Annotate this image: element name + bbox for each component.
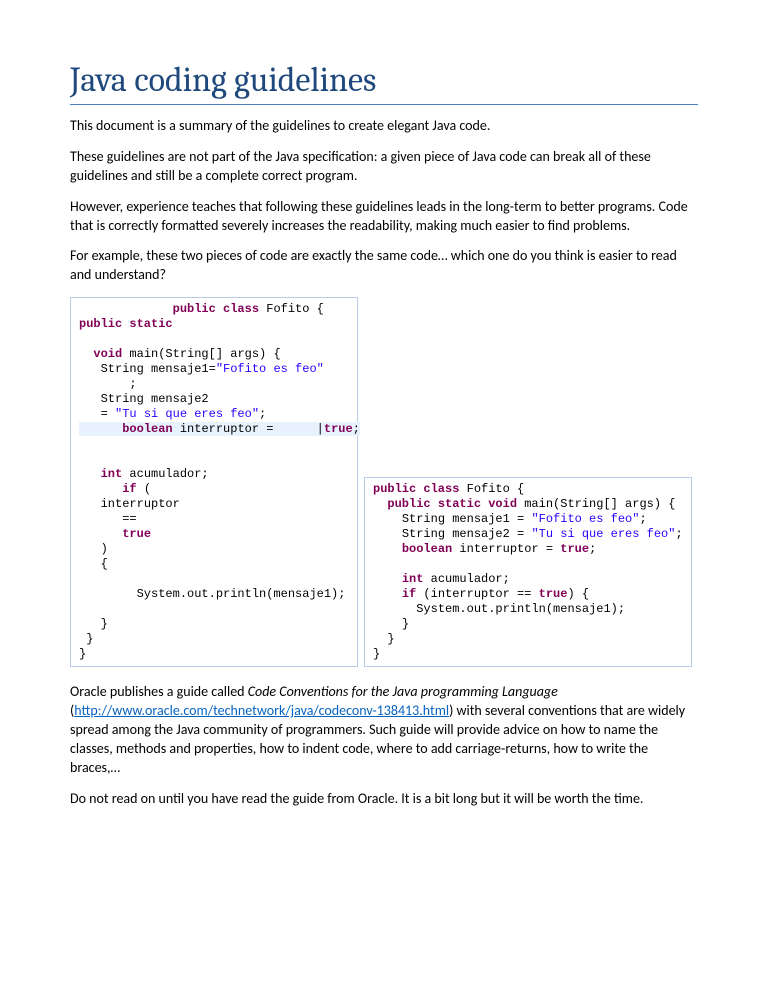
page-title: Java coding guidelines <box>70 60 698 105</box>
code-text: } <box>373 647 380 661</box>
code-text: String mensaje1 = <box>402 512 532 526</box>
code-text: interruptor = <box>180 422 281 436</box>
string-literal: "Fofito es feo" <box>531 512 639 526</box>
keyword: true <box>122 527 151 541</box>
text: Oracle publishes a guide called <box>70 683 248 700</box>
code-text: ; <box>129 377 136 391</box>
string-literal: "Tu si que eres feo" <box>115 407 259 421</box>
code-text: ) <box>101 542 108 556</box>
classname: Fofito <box>266 302 309 316</box>
code-text: String mensaje2 = <box>402 527 532 541</box>
code-text: (interruptor == <box>416 587 538 601</box>
keyword: public static <box>79 317 173 331</box>
code-text: String mensaje2 <box>101 392 209 406</box>
code-text: ( <box>144 482 151 496</box>
paragraph-oracle: Oracle publishes a guide called Code Con… <box>70 683 698 777</box>
keyword: public static void <box>387 497 517 511</box>
code-text: { <box>101 557 108 571</box>
classname: Fofito <box>467 482 510 496</box>
code-text: } <box>86 632 93 646</box>
keyword: if <box>402 587 416 601</box>
code-text: interruptor = <box>452 542 560 556</box>
code-text: System.out.println(mensaje1); <box>416 602 625 616</box>
code-text: == <box>122 512 136 526</box>
code-text: main(String[] args) { <box>129 347 280 361</box>
code-block-bad: public class Fofito { public static void… <box>70 297 358 667</box>
code-text: System.out.println(mensaje1); <box>137 587 346 601</box>
code-text: } <box>101 617 108 631</box>
code-text: main(String[] args) { <box>524 497 675 511</box>
paragraph-spec: These guidelines are not part of the Jav… <box>70 148 698 186</box>
paragraph-experience: However, experience teaches that followi… <box>70 198 698 236</box>
keyword: public class <box>173 302 259 316</box>
keyword: if <box>122 482 136 496</box>
book-title: Code Conventions for the Java programmin… <box>248 683 558 700</box>
code-text: ) { <box>567 587 589 601</box>
keyword: int <box>101 467 123 481</box>
keyword: boolean <box>402 542 452 556</box>
code-text: acumulador; <box>423 572 509 586</box>
paragraph-read: Do not read on until you have read the g… <box>70 790 698 809</box>
code-text: } <box>402 617 409 631</box>
string-literal: "Tu si que eres feo" <box>531 527 675 541</box>
code-text: interruptor <box>101 497 180 511</box>
code-block-good: public class Fofito { public static void… <box>364 477 692 667</box>
paragraph-intro: This document is a summary of the guidel… <box>70 117 698 136</box>
keyword: int <box>402 572 424 586</box>
code-text: } <box>79 647 86 661</box>
code-text: acumulador; <box>129 467 208 481</box>
keyword: void <box>93 347 122 361</box>
keyword: true <box>324 422 353 436</box>
oracle-link[interactable]: http://www.oracle.com/technetwork/java/c… <box>74 702 449 719</box>
code-comparison: public class Fofito { public static void… <box>70 297 698 667</box>
keyword: boolean <box>122 422 172 436</box>
code-text: = <box>101 407 115 421</box>
keyword: true <box>539 587 568 601</box>
keyword: true <box>560 542 589 556</box>
paragraph-example: For example, these two pieces of code ar… <box>70 247 698 285</box>
keyword: public class <box>373 482 459 496</box>
code-text: String mensaje1= <box>101 362 216 376</box>
string-literal: "Fofito es feo" <box>216 362 324 376</box>
code-text: } <box>387 632 394 646</box>
